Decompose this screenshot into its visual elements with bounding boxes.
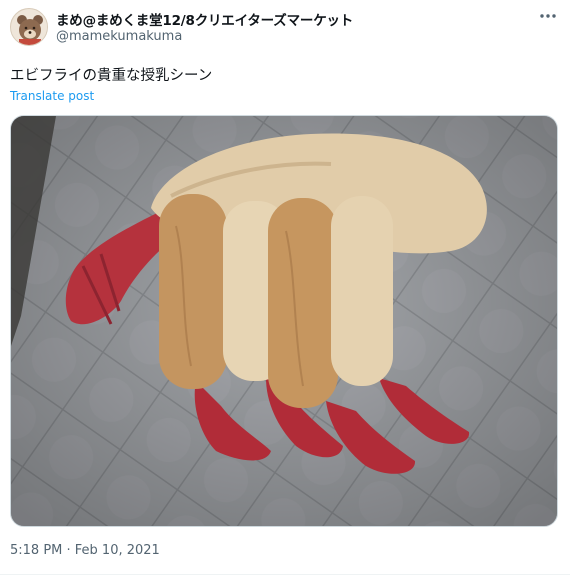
avatar[interactable] (10, 8, 48, 46)
more-dots (540, 14, 556, 18)
author-handle[interactable]: @mamekumakuma (56, 29, 182, 44)
translate-post-link[interactable]: Translate post (10, 89, 94, 103)
post-text: エビフライの貴重な授乳シーン (10, 68, 213, 84)
avatar-bear-illustration (11, 9, 47, 45)
more-horizontal-icon[interactable] (538, 8, 558, 24)
divider (0, 574, 570, 575)
author-name[interactable]: まめ@まめくま堂12/8クリエイターズマーケット (56, 9, 353, 29)
post-photo[interactable] (10, 115, 558, 527)
post-timestamp[interactable]: 5:18 PM · Feb 10, 2021 (10, 543, 160, 558)
fried-shrimp-plush-photo (11, 116, 557, 526)
